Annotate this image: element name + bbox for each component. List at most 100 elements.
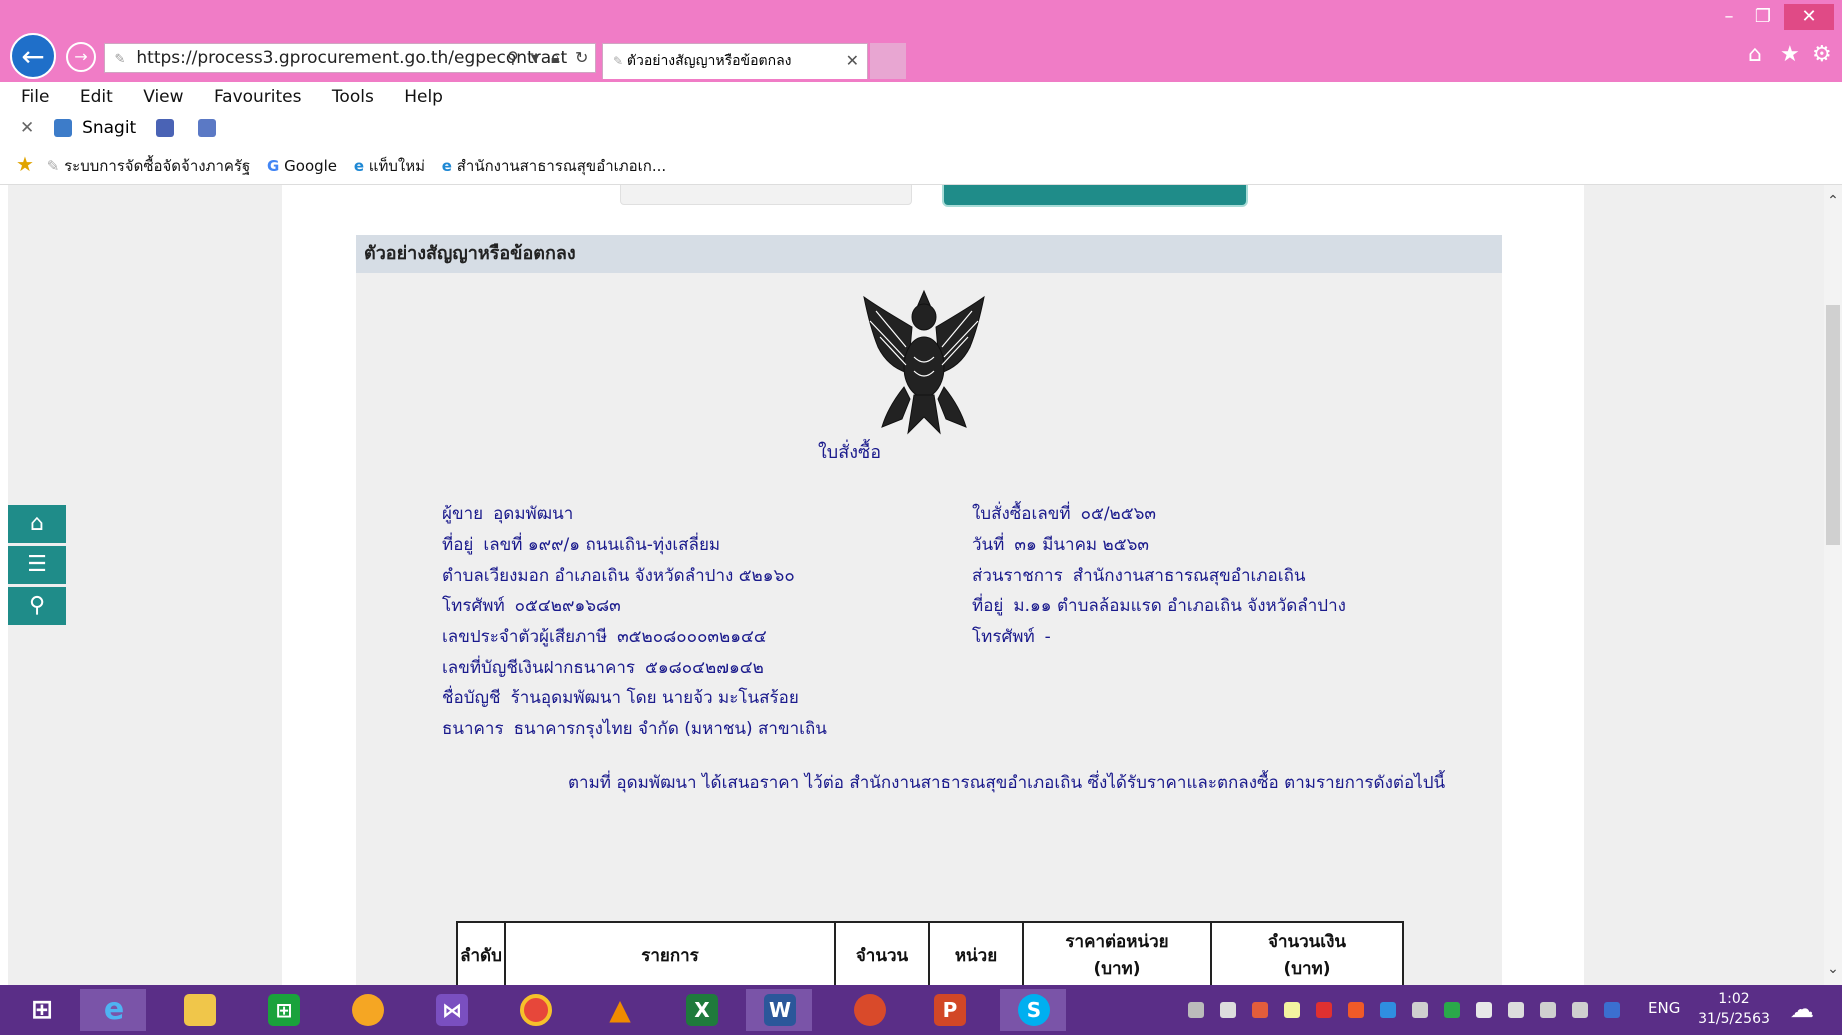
favorite-label: Google bbox=[284, 157, 338, 175]
panel-title: ตัวอย่างสัญญาหรือข้อตกลง bbox=[356, 235, 1502, 273]
tray-icon[interactable] bbox=[1284, 1002, 1300, 1018]
account-name-row: ชื่อบัญชี ร้านอุดมพัฒนา โดย นายจ้ว มะโนสร… bbox=[442, 684, 799, 711]
media-icon[interactable] bbox=[334, 989, 400, 1031]
windows-start-icon[interactable]: ⊞ bbox=[8, 989, 74, 1031]
skype-icon[interactable]: S bbox=[1000, 989, 1066, 1031]
bank-label: ธนาคาร bbox=[442, 719, 504, 739]
scroll-up-icon[interactable]: ⌃ bbox=[1824, 193, 1842, 209]
menu-favourites[interactable]: Favourites bbox=[214, 87, 302, 107]
app-icon[interactable] bbox=[836, 989, 902, 1031]
store-icon[interactable]: ⊞ bbox=[250, 989, 316, 1031]
tray-icon[interactable] bbox=[1348, 1002, 1364, 1018]
tray-icon[interactable] bbox=[1380, 1002, 1396, 1018]
unit-price-unit: (บาท) bbox=[1093, 959, 1141, 979]
favorite-item-newtab[interactable]: e แท็บใหม่ bbox=[354, 146, 425, 186]
refresh-icon[interactable]: ↻ bbox=[575, 44, 588, 72]
network-icon[interactable] bbox=[1540, 1002, 1556, 1018]
url-text: https://process3.gprocurement.go.th/egpe… bbox=[136, 48, 568, 68]
date-row: วันที่ ๓๑ มีนาคม ๒๕๖๓ bbox=[972, 531, 1149, 558]
flag-icon[interactable] bbox=[1476, 1002, 1492, 1018]
agency-row: ส่วนราชการ สำนักงานสาธารณสุขอำเภอเถิน bbox=[972, 562, 1306, 589]
minimize-icon[interactable]: – bbox=[1712, 4, 1746, 30]
address-value: เลขที่ ๑๙๙/๑ ถนนเถิน-ทุ่งเสลี่ยม bbox=[483, 535, 721, 555]
home-icon[interactable]: ⌂ bbox=[1748, 42, 1762, 67]
col-header-unit: หน่วย bbox=[928, 921, 1024, 985]
chrome-icon[interactable] bbox=[502, 989, 568, 1031]
col-header-amount: จำนวนเงิน (บาท) bbox=[1210, 921, 1404, 985]
excel-logo-icon: X bbox=[686, 994, 718, 1026]
favorites-star-icon[interactable]: ★ bbox=[16, 152, 34, 176]
media-ball-icon bbox=[352, 994, 384, 1026]
volume-icon[interactable] bbox=[1572, 1002, 1588, 1018]
file-explorer-icon[interactable] bbox=[166, 989, 232, 1031]
snagit-button[interactable]: Snagit bbox=[82, 118, 136, 138]
snagit-capture-icon[interactable] bbox=[155, 119, 174, 137]
tray-icon[interactable] bbox=[1188, 1002, 1204, 1018]
restore-icon[interactable]: ❐ bbox=[1746, 4, 1780, 30]
taxid-label: เลขประจำตัวผู้เสียภาษี bbox=[442, 627, 608, 647]
search-icon[interactable]: ⚲ bbox=[8, 587, 66, 625]
internet-explorer-icon[interactable]: e bbox=[80, 989, 146, 1031]
scroll-down-icon[interactable]: ⌄ bbox=[1824, 961, 1842, 977]
excel-icon[interactable]: X bbox=[668, 989, 734, 1031]
favorite-item-health-office[interactable]: e สำนักงานสาธารณสุขอำเภอเก... bbox=[442, 146, 666, 186]
tray-icon[interactable] bbox=[1444, 1002, 1460, 1018]
menu-file[interactable]: File bbox=[21, 87, 49, 107]
close-icon[interactable]: ✕ bbox=[20, 118, 34, 138]
po-number-value: ๐๕/๒๕๖๓ bbox=[1080, 504, 1157, 524]
forward-button[interactable]: → bbox=[66, 42, 96, 72]
document-title: ใบสั่งซื้อ bbox=[818, 442, 882, 463]
top-button-primary[interactable] bbox=[942, 185, 1248, 207]
phone-value: ๐๕๔๒๙๑๖๘๓ bbox=[514, 596, 621, 616]
side-toolbar: ⌂ ☰ ⚲ bbox=[8, 505, 66, 628]
visual-studio-icon[interactable]: ⋈ bbox=[418, 989, 484, 1031]
snagit-editor-icon[interactable] bbox=[198, 119, 217, 137]
tray-icon[interactable] bbox=[1220, 1002, 1236, 1018]
menu-edit[interactable]: Edit bbox=[80, 87, 113, 107]
web-page: ⌂ ☰ ⚲ ตัวอย่างสัญญาหรือข้อตกลง ใบสั่งซื้… bbox=[8, 185, 1842, 985]
search-icon[interactable]: ⚲ bbox=[507, 44, 519, 72]
tray-icon[interactable] bbox=[1412, 1002, 1428, 1018]
tab-close-icon[interactable]: ✕ bbox=[846, 44, 859, 78]
home-icon[interactable]: ⌂ bbox=[8, 505, 66, 543]
browser-tab[interactable]: ✎ ตัวอย่างสัญญาหรือข้อตกลง ✕ bbox=[602, 43, 868, 79]
tray-icon[interactable] bbox=[1252, 1002, 1268, 1018]
battery-icon[interactable] bbox=[1508, 1002, 1524, 1018]
language-indicator[interactable]: ENG bbox=[1648, 999, 1680, 1017]
account-name-value: ร้านอุดมพัฒนา โดย นายจ้ว มะโนสร้อย bbox=[510, 688, 799, 708]
vlc-icon[interactable]: ▲ bbox=[586, 989, 652, 1031]
new-tab-button[interactable] bbox=[870, 43, 906, 79]
menu-icon[interactable]: ☰ bbox=[8, 546, 66, 584]
contract-panel: ตัวอย่างสัญญาหรือข้อตกลง ใบสั่งซื้อ ผู้ข… bbox=[356, 235, 1502, 985]
favorite-item-egp[interactable]: ✎ ระบบการจัดซื้อจัดจ้างภาครัฐ bbox=[39, 146, 251, 186]
agency-address-value: ม.๑๑ ตำบลล้อมแรด อำเภอเถิน จังหวัดลำปาง bbox=[1013, 596, 1346, 616]
favorite-item-google[interactable]: G Google bbox=[267, 146, 337, 186]
back-button[interactable]: ← bbox=[10, 33, 56, 79]
tray-icon[interactable] bbox=[1604, 1002, 1620, 1018]
tray-icon[interactable] bbox=[1316, 1002, 1332, 1018]
tab-title: ตัวอย่างสัญญาหรือข้อตกลง bbox=[626, 53, 792, 69]
scroll-thumb[interactable] bbox=[1826, 305, 1840, 545]
top-button-secondary[interactable] bbox=[620, 185, 912, 205]
address-bar[interactable]: ✎ https://process3.gprocurement.go.th/eg… bbox=[104, 43, 596, 73]
word-icon[interactable]: W bbox=[746, 989, 812, 1031]
browser-titlebar: – ❐ ✕ ← → ✎ https://process3.gprocuremen… bbox=[0, 0, 1842, 82]
page-scrollbar[interactable]: ⌃ ⌄ bbox=[1824, 185, 1842, 985]
menu-tools[interactable]: Tools bbox=[332, 87, 374, 107]
lock-icon[interactable]: 🔒︎ bbox=[551, 44, 560, 72]
unit-price-label: ราคาต่อหน่วย bbox=[1065, 932, 1169, 952]
close-icon[interactable]: ✕ bbox=[1784, 4, 1834, 30]
clock[interactable]: 1:02 31/5/2563 bbox=[1696, 989, 1772, 1029]
dropdown-icon[interactable]: ▾ bbox=[531, 44, 539, 72]
site-favicon: ✎ bbox=[114, 52, 126, 67]
powerpoint-icon[interactable]: P bbox=[916, 989, 982, 1031]
agency-label: ส่วนราชการ bbox=[972, 566, 1063, 586]
command-bar: ✕ Snagit bbox=[0, 112, 1842, 144]
menu-view[interactable]: View bbox=[143, 87, 183, 107]
notification-icon[interactable]: ☁ bbox=[1790, 995, 1814, 1023]
star-icon[interactable]: ★ bbox=[1780, 42, 1800, 67]
favorite-label: ระบบการจัดซื้อจัดจ้างภาครัฐ bbox=[64, 157, 251, 175]
menu-help[interactable]: Help bbox=[404, 87, 443, 107]
col-header-item: รายการ bbox=[504, 921, 836, 985]
gear-icon[interactable]: ⚙ bbox=[1812, 42, 1832, 67]
